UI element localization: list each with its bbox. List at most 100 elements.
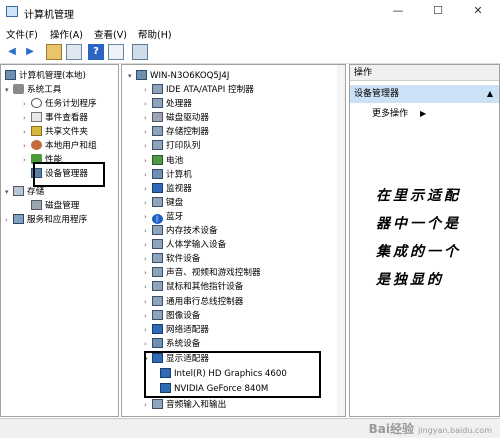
expand-icon[interactable]: › — [144, 182, 152, 196]
services-icon — [13, 214, 24, 224]
menu-file[interactable]: 文件(F) — [6, 27, 38, 41]
device-icon — [152, 281, 163, 292]
expand-icon[interactable]: › — [144, 196, 152, 210]
back-arrow-icon[interactable]: ◀ — [4, 44, 20, 60]
device-category[interactable]: › 键盘 — [144, 196, 183, 210]
tree-event-viewer[interactable]: › 事件查看器 — [23, 111, 88, 125]
console-tree-pane: 计算机管理(本地) ▾ 系统工具 › 任务计划程序 › 事件查看器 › 共享文件夹 › 本… — [0, 64, 119, 417]
device-category[interactable]: › 磁盘驱动器 — [144, 111, 209, 125]
tree-local-users[interactable]: › 本地用户和组 — [23, 139, 97, 153]
collapse-icon[interactable]: ▾ — [128, 69, 136, 83]
device-icon — [152, 126, 163, 137]
help-icon[interactable]: ? — [88, 44, 104, 60]
expand-icon[interactable]: › — [144, 280, 152, 294]
device-icon — [152, 196, 163, 207]
expand-icon[interactable]: › — [144, 111, 152, 125]
minimize-button[interactable]: — — [378, 0, 418, 22]
device-category[interactable]: › 软件设备 — [144, 252, 200, 266]
collapse-icon[interactable]: ▾ — [5, 83, 13, 97]
device-category[interactable]: › 打印队列 — [144, 139, 200, 153]
expand-icon[interactable]: › — [144, 252, 152, 266]
tree-disk-management[interactable]: 磁盘管理 — [23, 199, 79, 213]
expand-icon[interactable]: › — [144, 238, 152, 252]
tree-services[interactable]: › 服务和应用程序 — [5, 213, 87, 227]
console-tree-icon[interactable] — [108, 44, 124, 60]
expand-icon[interactable]: › — [144, 83, 152, 97]
device-icon — [152, 84, 163, 94]
device-category[interactable]: › 图像设备 — [144, 309, 200, 323]
device-category[interactable]: › 电池 — [144, 154, 183, 168]
tree-system-tools[interactable]: ▾ 系统工具 — [5, 83, 61, 97]
device-category[interactable]: › 人体学输入设备 — [144, 238, 226, 252]
expand-icon[interactable]: › — [144, 337, 152, 351]
expand-icon[interactable]: › — [144, 125, 152, 139]
actions-selected-device-manager[interactable]: 设备管理器 ▲ — [350, 85, 499, 103]
shared-folder-icon — [31, 126, 42, 136]
actions-pane: 操作 设备管理器 ▲ 更多操作 ▶ 在里示适配 器中一个是 集成的一个 是独显的 — [349, 64, 500, 417]
tree-task-scheduler[interactable]: › 任务计划程序 — [23, 97, 97, 111]
vertical-scrollbar[interactable] — [337, 65, 345, 416]
expand-icon[interactable]: › — [144, 295, 152, 309]
tree-storage[interactable]: ▾ 存储 — [5, 185, 44, 199]
disk-icon — [31, 200, 42, 210]
menu-action[interactable]: 操作(A) — [50, 27, 83, 41]
folder-up-icon[interactable] — [46, 44, 62, 60]
device-icon — [152, 239, 163, 250]
device-category[interactable]: › 内存技术设备 — [144, 224, 218, 238]
storage-icon — [13, 186, 24, 196]
device-category[interactable]: › 鼠标和其他指针设备 — [144, 280, 243, 294]
menu-help[interactable]: 帮助(H) — [138, 27, 172, 41]
collapse-icon[interactable]: ▾ — [5, 185, 13, 199]
device-icon — [152, 154, 163, 165]
expand-icon[interactable]: › — [144, 139, 152, 153]
expand-icon[interactable]: › — [144, 224, 152, 238]
device-icon — [152, 267, 163, 278]
device-category[interactable]: › IDE ATA/ATAPI 控制器 — [144, 83, 254, 97]
tree-root[interactable]: 计算机管理(本地) — [5, 69, 86, 83]
expand-icon[interactable]: › — [144, 323, 152, 337]
device-tree-pane: ▾ WIN-N3O6KOQ5J4J › IDE ATA/ATAPI 控制器 › 处理器 ›… — [121, 64, 346, 417]
menu-bar: 文件(F) 操作(A) 查看(V) 帮助(H) — [0, 25, 500, 42]
device-category[interactable]: › 存储控制器 — [144, 125, 209, 139]
expand-icon[interactable]: › — [144, 154, 152, 168]
device-icon — [152, 140, 163, 151]
properties-icon[interactable] — [66, 44, 82, 60]
expand-icon[interactable]: › — [144, 266, 152, 280]
menu-view[interactable]: 查看(V) — [94, 27, 127, 41]
highlight-box-device-manager — [33, 162, 105, 187]
chevron-right-icon: ▶ — [420, 109, 427, 118]
monitor-icon[interactable] — [132, 44, 148, 60]
device-category[interactable]: › ᛒ 蓝牙 — [144, 210, 183, 224]
device-root[interactable]: ▾ WIN-N3O6KOQ5J4J — [128, 69, 229, 83]
clock-icon — [31, 98, 42, 108]
toolbar: ◀ ▶ ? — [0, 42, 500, 64]
forward-arrow-icon[interactable]: ▶ — [22, 44, 38, 60]
collapse-icon[interactable]: ▲ — [487, 85, 493, 103]
device-category[interactable]: › 声音、视频和游戏控制器 — [144, 266, 261, 280]
maximize-button[interactable]: ☐ — [418, 0, 458, 22]
close-button[interactable]: ✕ — [458, 0, 498, 22]
event-log-icon — [31, 112, 42, 122]
actions-header: 操作 — [350, 65, 499, 81]
tree-shared-folders[interactable]: › 共享文件夹 — [23, 125, 88, 139]
device-category[interactable]: › 处理器 — [144, 97, 192, 111]
device-icon: ᛒ — [152, 213, 163, 224]
expand-icon[interactable]: › — [144, 210, 152, 224]
device-category[interactable]: › 网络适配器 — [144, 323, 209, 337]
expand-icon[interactable]: › — [144, 309, 152, 323]
window-title: 计算机管理 — [24, 10, 74, 21]
annotation-line-1: 在里示适配 — [376, 188, 461, 204]
device-category[interactable]: › 系统设备 — [144, 337, 200, 351]
annotation-line-3: 集成的一个 — [376, 244, 461, 260]
device-category-audio-io[interactable]: › 音频输入和输出 — [144, 398, 226, 412]
expand-icon[interactable]: › — [144, 168, 152, 182]
device-icon — [152, 225, 163, 235]
device-category[interactable]: › 通用串行总线控制器 — [144, 295, 243, 309]
expand-icon[interactable]: › — [144, 97, 152, 111]
device-icon — [152, 323, 163, 334]
more-actions[interactable]: 更多操作 ▶ — [372, 107, 426, 121]
device-category[interactable]: › 监视器 — [144, 182, 192, 196]
device-category[interactable]: › 计算机 — [144, 168, 192, 182]
computer-icon — [136, 70, 147, 80]
status-bar: Bai经验 jingyan.baidu.com — [0, 418, 500, 438]
